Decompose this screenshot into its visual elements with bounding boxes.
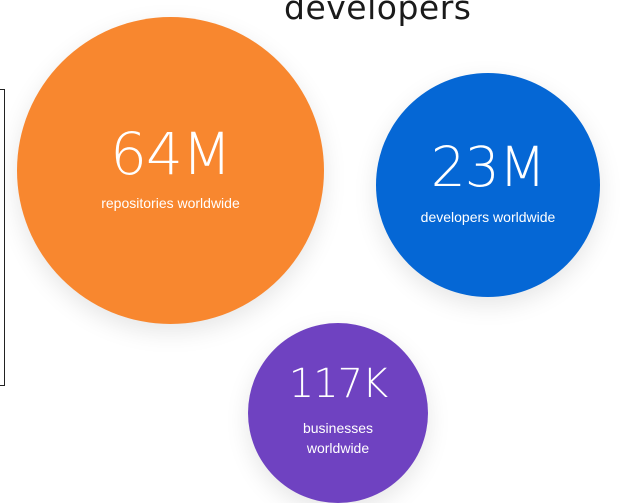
businesses-stat-bubble: 117K businesses worldwide: [248, 323, 428, 503]
developers-stat-bubble: 23M developers worldwide: [376, 73, 600, 297]
businesses-value: 117K: [288, 361, 389, 407]
frame-border: [0, 89, 5, 386]
developers-value: 23M: [430, 134, 546, 199]
repositories-stat-bubble: 64M repositories worldwide: [17, 17, 324, 324]
developers-caption: developers worldwide: [420, 208, 556, 225]
repositories-value: 64M: [110, 119, 232, 188]
repositories-caption: repositories worldwide: [101, 194, 240, 211]
businesses-caption: businesses worldwide: [302, 420, 374, 456]
section-heading: developers: [284, 0, 472, 27]
